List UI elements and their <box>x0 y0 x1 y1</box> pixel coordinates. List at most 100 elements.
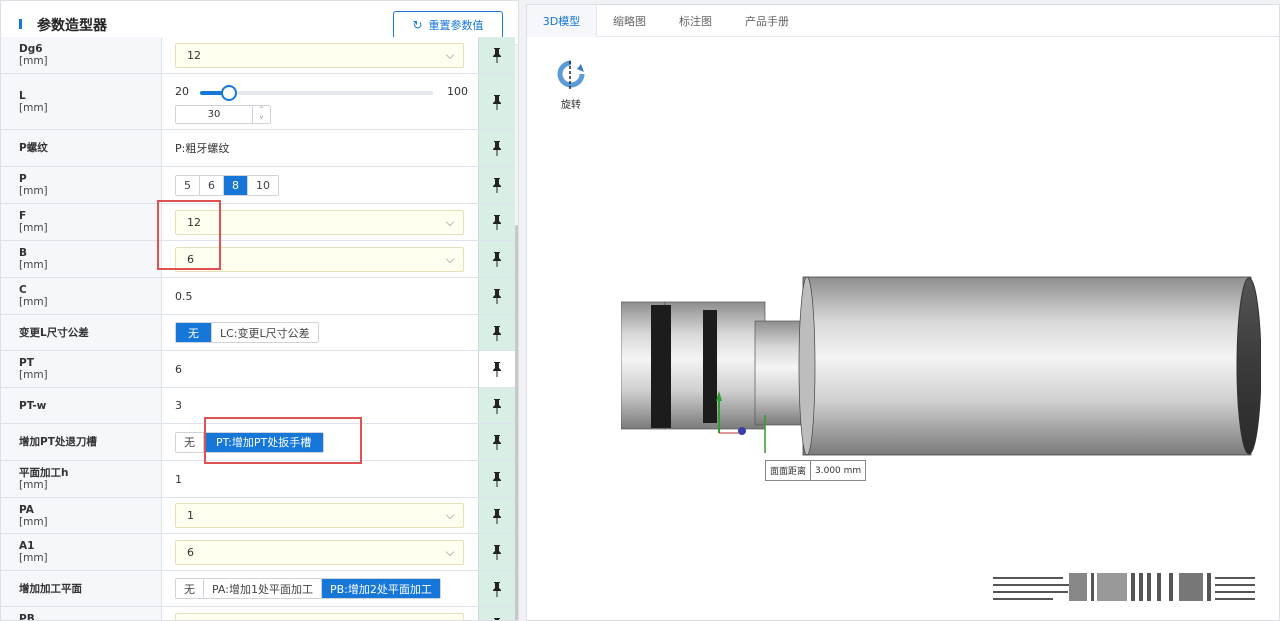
option-button[interactable]: 无 <box>176 579 204 598</box>
param-name: P <box>19 173 27 185</box>
rotate-button[interactable]: 旋转 <box>553 59 589 111</box>
pb-select[interactable]: 5 <box>175 613 464 620</box>
pa-select[interactable]: 1 <box>175 503 464 528</box>
option-button[interactable]: 5 <box>176 175 200 195</box>
param-row-p-thread: P螺纹 P:粗牙螺纹 <box>1 130 515 167</box>
option-button-selected[interactable]: 无 <box>176 323 212 342</box>
param-value: 1 <box>175 472 182 486</box>
param-value: 0.5 <box>175 289 193 303</box>
pin-button[interactable] <box>478 130 515 166</box>
reset-parameters-button[interactable]: ↻ 重置参数值 <box>393 11 503 39</box>
scrollbar-thumb[interactable] <box>515 225 518 620</box>
dg6-select[interactable]: 12 <box>175 42 464 68</box>
param-name: P螺纹 <box>19 142 48 154</box>
param-name: PT <box>19 357 34 369</box>
highlight-box-f-b <box>157 200 221 270</box>
a1-select[interactable]: 6 <box>175 539 464 565</box>
pin-button[interactable] <box>478 388 515 423</box>
pin-button[interactable] <box>478 74 515 129</box>
stepper[interactable]: ^ v <box>252 106 270 123</box>
tab-dimension-drawing[interactable]: 标注图 <box>679 5 712 37</box>
l-number-input[interactable]: 30 ^ v <box>175 105 271 124</box>
chevron-down-icon <box>445 217 455 226</box>
chevron-up-icon[interactable]: ^ <box>253 106 270 114</box>
watermark-mark <box>993 573 1255 601</box>
pin-button[interactable] <box>478 167 515 203</box>
param-name: PA <box>19 503 34 516</box>
param-unit: [mm] <box>19 55 48 67</box>
measurement-label: 面面距离 3.000 mm <box>765 460 867 481</box>
pin-button[interactable] <box>478 534 515 570</box>
option-button[interactable]: 无 <box>176 432 204 452</box>
pin-button[interactable] <box>478 204 515 240</box>
param-name: A1 <box>19 540 35 552</box>
pin-button[interactable] <box>478 241 515 277</box>
param-row-pt: PT [mm] 6 <box>1 351 515 388</box>
flat-face-options: 无 PA:增加1处平面加工 PB:增加2处平面加工 <box>175 578 441 599</box>
param-row-b: B [mm] 6 <box>1 241 515 278</box>
option-button[interactable]: PA:增加1处平面加工 <box>204 579 322 598</box>
pin-icon <box>493 48 501 63</box>
l-slider-track[interactable] <box>200 85 433 101</box>
param-name: 平面加工h <box>19 467 69 479</box>
option-button[interactable]: 6 <box>200 175 224 195</box>
pin-icon <box>493 398 501 414</box>
slider-handle[interactable] <box>221 85 238 101</box>
param-row-flat-h: 平面加工h [mm] 1 <box>1 461 515 498</box>
chevron-down-icon <box>445 547 455 556</box>
param-row-c: C [mm] 0.5 <box>1 278 515 315</box>
slider-max: 100 <box>447 85 468 98</box>
pin-icon <box>493 289 501 304</box>
param-row-dg6: Dg6 [mm] 12 <box>1 37 515 74</box>
viewer-tabs: 3D模型 缩略图 标注图 产品手册 <box>527 5 1279 37</box>
measurement-value: 3.000 mm <box>815 465 862 476</box>
pin-button[interactable] <box>478 424 515 460</box>
param-unit: [mm] <box>19 296 48 308</box>
option-button-selected[interactable]: 8 <box>224 175 248 195</box>
input-value: 30 <box>207 109 221 120</box>
pin-button[interactable] <box>478 571 515 606</box>
tab-3d-model[interactable]: 3D模型 <box>527 5 597 37</box>
param-value: P:粗牙螺纹 <box>175 142 230 155</box>
param-unit: [mm] <box>19 222 48 234</box>
pin-button[interactable] <box>478 315 515 350</box>
parameter-panel: 参数造型器 ↻ 重置参数值 Dg6 [mm] 12 L [mm] 20 100 3 <box>0 0 519 621</box>
pin-button[interactable] <box>478 278 515 314</box>
chevron-down-icon <box>445 254 455 263</box>
chevron-down-icon[interactable]: v <box>253 114 270 122</box>
viewer-panel: 3D模型 缩略图 标注图 产品手册 旋转 面面距离 3.000 mm <box>526 4 1280 621</box>
scrollbar[interactable] <box>515 45 518 620</box>
param-name: PB <box>19 613 35 621</box>
option-button[interactable]: LC:变更L尺寸公差 <box>212 323 318 342</box>
param-name: Dg6 <box>19 43 43 55</box>
3d-model-canvas[interactable] <box>621 265 1261 465</box>
param-name: 增加加工平面 <box>19 582 82 595</box>
pin-button[interactable] <box>478 607 515 620</box>
option-button-selected[interactable]: PB:增加2处平面加工 <box>321 579 440 598</box>
param-name: L <box>19 89 26 102</box>
pin-button[interactable] <box>478 498 515 533</box>
pin-icon <box>493 325 501 341</box>
param-row-flat-face: 增加加工平面 无 PA:增加1处平面加工 PB:增加2处平面加工 <box>1 571 515 607</box>
option-button[interactable]: 10 <box>248 176 278 195</box>
pin-button[interactable] <box>478 37 515 73</box>
pin-icon <box>493 581 501 597</box>
highlight-box-pt-groove <box>204 417 362 464</box>
p-options: 5 6 8 10 <box>175 174 279 196</box>
param-unit: [mm] <box>19 369 48 381</box>
cylinder-model <box>621 276 1261 456</box>
param-value: 6 <box>175 362 182 376</box>
pin-icon <box>493 508 501 524</box>
param-unit: [mm] <box>19 101 48 114</box>
tab-thumbnail[interactable]: 缩略图 <box>613 5 646 37</box>
tab-product-manual[interactable]: 产品手册 <box>745 5 789 37</box>
param-name: 变更L尺寸公差 <box>19 326 89 339</box>
pin-button[interactable] <box>478 351 515 387</box>
pin-button[interactable] <box>478 461 515 497</box>
param-row-pb: PB 5 <box>1 607 515 621</box>
select-value: 1 <box>187 509 194 522</box>
refresh-icon: ↻ <box>412 18 423 32</box>
pin-icon <box>493 362 501 377</box>
param-row-a1: A1 [mm] 6 <box>1 534 515 571</box>
pin-icon <box>493 215 501 230</box>
